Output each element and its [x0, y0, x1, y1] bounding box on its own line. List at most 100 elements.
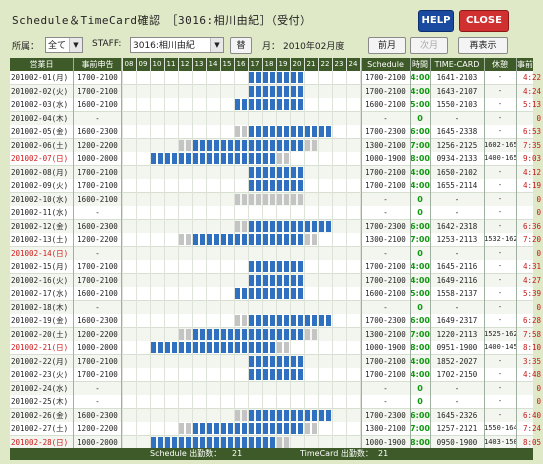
row-break: - [497, 410, 503, 419]
table-row[interactable]: 201002-11(水) - - 0 - - 0 [10, 206, 541, 220]
row-overtime: 0 [536, 248, 541, 258]
refresh-button[interactable]: 再表示 [458, 37, 508, 54]
time-block [284, 72, 289, 83]
time-block [277, 261, 282, 272]
time-block [249, 139, 254, 151]
time-block [256, 193, 261, 205]
header-hour: 19 [278, 60, 288, 68]
table-row[interactable]: 201002-10(水) 1600-2100 - 0 - - 0 [10, 192, 541, 207]
table-row[interactable]: 201002-25(木) - - 0 - - 0 [10, 395, 541, 409]
dept-select[interactable]: 全て ▼ [45, 37, 83, 53]
table-row[interactable]: 201002-08(月) 1700-2100 1700-2100 4:00 1650-2… [10, 165, 541, 180]
schedule-count-label: Schedule 出勤数： [150, 449, 222, 458]
time-block [284, 342, 289, 353]
table-row[interactable]: 201002-01(月) 1700-2100 1700-2100 4:00 1641-2… [10, 71, 541, 85]
table-row[interactable]: 201002-27(土) 1200-2200 1300-2100 7:00 1257-2… [10, 422, 541, 436]
row-hours: 4:00 [410, 262, 430, 271]
time-block [242, 409, 247, 421]
table-row[interactable]: 201002-17(水) 1600-2100 1600-2100 5:00 1558-2… [10, 287, 541, 301]
time-block [256, 139, 261, 151]
table-row[interactable]: 201002-12(金) 1600-2300 1700-2300 6:00 1642-2… [10, 219, 541, 234]
time-block [277, 180, 282, 191]
row-hours: 8:00 [410, 437, 430, 447]
row-hours: 5:00 [410, 100, 430, 109]
table-row[interactable]: 201002-06(土) 1200-2200 1300-2100 7:00 1256-2… [10, 138, 541, 153]
row-hours: 4:00 [410, 356, 430, 366]
time-block [249, 220, 254, 232]
time-block [151, 436, 156, 448]
table-row[interactable]: 201002-18(木) - - 0 - - 0 [10, 300, 541, 315]
table-row[interactable]: 201002-14(日) - - 0 - - 0 [10, 246, 541, 261]
time-block [298, 328, 303, 340]
row-overtime: 7:20 [522, 235, 541, 244]
row-date: 201002-18(木) [11, 302, 69, 312]
row-timeline [122, 395, 360, 408]
table-row[interactable]: 201002-09(火) 1700-2100 1700-2100 4:00 1655-2… [10, 179, 541, 193]
row-schedule: - [383, 397, 388, 406]
row-schedule: 1700-2100 [365, 370, 406, 379]
footer-summary: Schedule 出勤数： 21 TimeCard 出勤数： 21 [10, 448, 533, 460]
row-break: - [497, 370, 503, 378]
table-row[interactable]: 201002-07(日) 1000-2000 1000-1900 8:00 0934-2… [10, 152, 541, 166]
row-schedule: 1300-2100 [365, 235, 406, 244]
row-schedule: 1700-2100 [365, 73, 406, 82]
close-button[interactable]: CLOSE [459, 10, 509, 32]
staff-select[interactable]: 3016:相川由紀 ▼ [130, 37, 224, 53]
time-block [186, 234, 191, 245]
time-block [284, 139, 289, 151]
row-timeline [122, 125, 360, 138]
time-block [270, 72, 275, 83]
row-pre: - [95, 248, 100, 258]
row-timecard: 1645-2326 [436, 410, 478, 420]
time-block [312, 220, 317, 232]
table-row[interactable]: 201002-04(木) - - 0 - - 0 [10, 111, 541, 126]
month-label: 月： [262, 42, 281, 52]
row-timecard: - [454, 383, 460, 393]
table-row[interactable]: 201002-05(金) 1600-2300 1700-2300 6:00 1645-2… [10, 125, 541, 139]
table-row[interactable]: 201002-13(土) 1200-2200 1300-2100 7:00 1253-2… [10, 233, 541, 247]
row-overtime: 0 [536, 208, 541, 217]
time-block [263, 423, 268, 434]
help-button[interactable]: HELP [418, 10, 454, 32]
table-row[interactable]: 201002-21(日) 1000-2000 1000-1900 8:00 0951-1… [10, 341, 541, 355]
table-row[interactable]: 201002-23(火) 1700-2100 1700-2100 4:00 1702-2… [10, 368, 541, 382]
row-break: - [497, 248, 503, 257]
table-row[interactable]: 201002-15(月) 1700-2100 1700-2100 4:00 1645-2… [10, 260, 541, 274]
time-block [298, 72, 303, 83]
time-block [291, 99, 296, 110]
time-block [270, 409, 275, 421]
table-row[interactable]: 201002-22(月) 1700-2100 1700-2100 4:00 1852-2… [10, 354, 541, 369]
row-pre: 1700-2100 [77, 370, 118, 379]
time-block [242, 288, 247, 299]
time-block [263, 153, 268, 164]
grid-line [410, 58, 411, 448]
time-block [256, 126, 261, 137]
row-date: 201002-11(水) [11, 208, 69, 217]
table-row[interactable]: 201002-02(火) 1700-2100 1700-2100 4:00 1643-2… [10, 84, 541, 99]
next-month-button[interactable]: 次月 [410, 37, 448, 54]
time-block [249, 288, 254, 299]
table-row[interactable]: 201002-20(土) 1200-2200 1300-2100 7:00 1220-2… [10, 327, 541, 342]
table-row[interactable]: 201002-03(水) 1600-2100 1600-2100 5:00 1550-2… [10, 98, 541, 112]
table-row[interactable]: 201002-26(金) 1600-2300 1700-2300 6:00 1645-2… [10, 408, 541, 423]
change-button[interactable]: 替 [230, 37, 252, 54]
prev-month-button[interactable]: 前月 [368, 37, 406, 54]
time-block [284, 166, 289, 178]
time-block [291, 288, 296, 299]
row-hours: 8:00 [410, 343, 430, 352]
time-block [298, 139, 303, 151]
row-timeline [122, 422, 360, 435]
time-block [256, 180, 261, 191]
time-block [256, 409, 261, 421]
row-break: - [497, 167, 503, 176]
time-block [270, 355, 275, 367]
table-row[interactable]: 201002-24(水) - - 0 - - 0 [10, 381, 541, 396]
table-row[interactable]: 201002-19(金) 1600-2300 1700-2300 6:00 1649-2… [10, 314, 541, 328]
time-block [249, 328, 254, 340]
row-pre: 1600-2300 [77, 127, 118, 136]
row-break: - [497, 275, 503, 284]
schedule-grid: 営業日 事前申告 08 09 10 11 12 13 14 15 16 17 18 19 20 21 22 23 2… [10, 58, 541, 450]
row-break: - [497, 316, 503, 324]
time-block [298, 166, 303, 178]
table-row[interactable]: 201002-16(火) 1700-2100 1700-2100 4:00 1649-2… [10, 273, 541, 288]
